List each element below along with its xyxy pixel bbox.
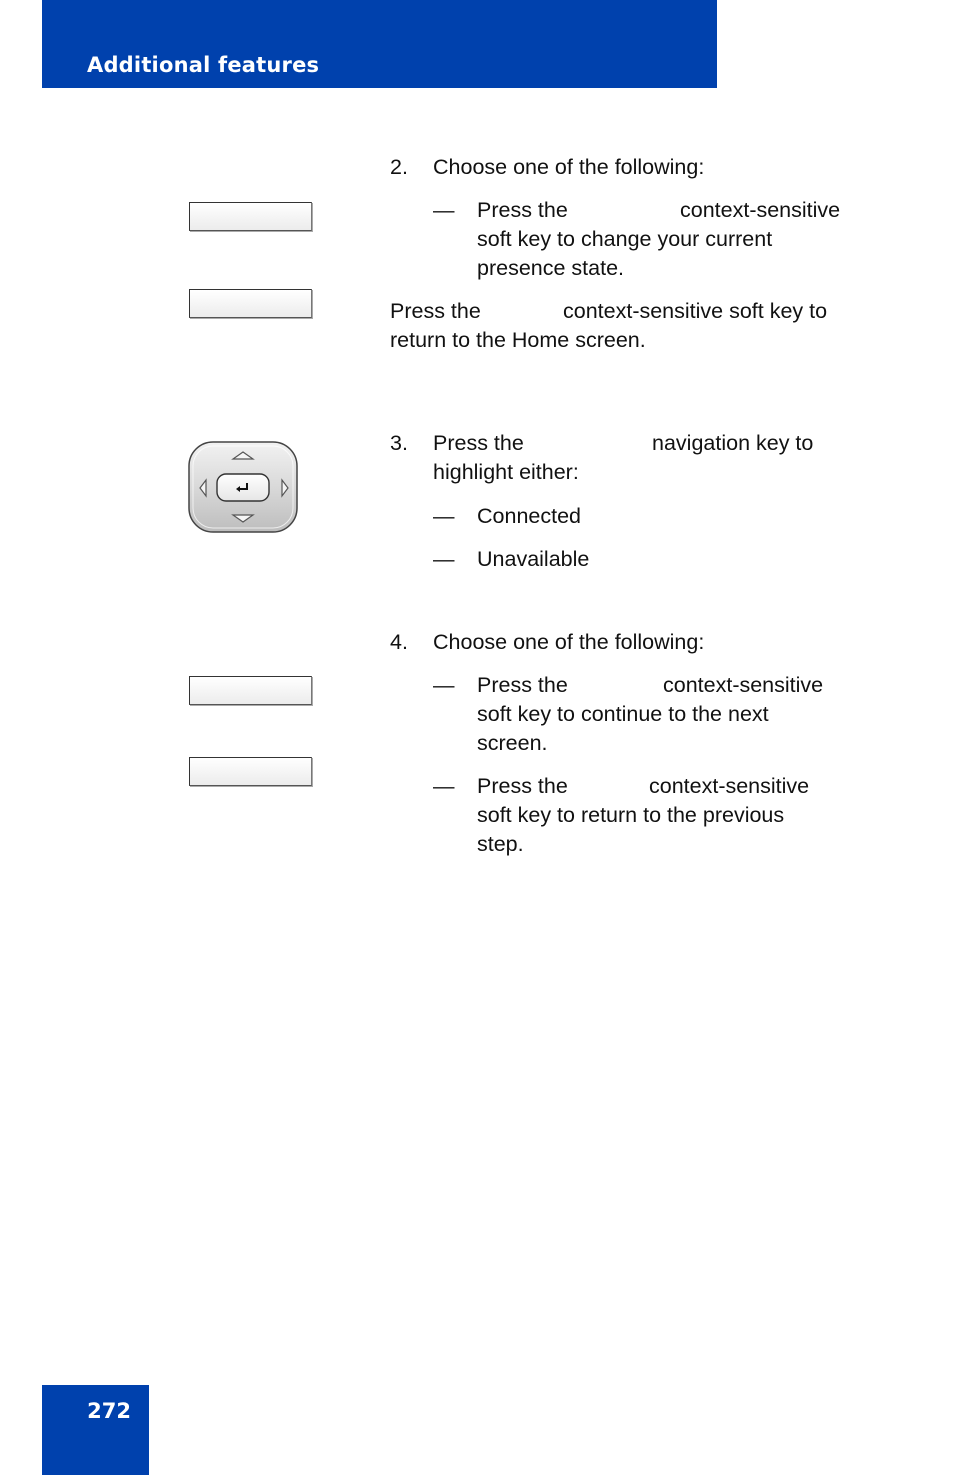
bullet-dash: — (433, 673, 455, 697)
bullet-dash: — (433, 547, 455, 571)
step-text-line: highlight either: (433, 460, 579, 484)
step-number: 4. (390, 630, 408, 654)
option-text-line: presence state. (477, 256, 625, 280)
option-text-line: soft key to continue to the next (477, 702, 769, 726)
step-text-post: navigation key to (652, 431, 814, 455)
option-text-line: step. (477, 832, 524, 856)
nav-enter-button (216, 473, 270, 502)
page-footer: 272 (42, 1385, 149, 1475)
option-text-pre: Press the (477, 774, 568, 798)
chapter-header: Additional features (42, 0, 717, 88)
soft-key-icon (189, 289, 312, 318)
option-text-line: soft key to change your current (477, 227, 773, 251)
option-text-post: context-sensitive (680, 198, 841, 222)
option-connected: Connected (477, 504, 581, 528)
page-number: 272 (87, 1399, 131, 1423)
step-intro: Choose one of the following: (433, 630, 705, 654)
navigation-cluster-icon (188, 441, 298, 533)
option-text-line: soft key to return to the previous (477, 803, 785, 827)
step-intro: Choose one of the following: (433, 155, 705, 179)
option-text-pre: Press the (477, 198, 568, 222)
step-number: 2. (390, 155, 408, 179)
bullet-dash: — (433, 504, 455, 528)
option-unavailable: Unavailable (477, 547, 590, 571)
note-text-post: context-sensitive soft key to (563, 299, 828, 323)
soft-key-icon (189, 757, 312, 786)
option-text-pre: Press the (477, 673, 568, 697)
option-text-post: context-sensitive (649, 774, 810, 798)
step-number: 3. (390, 431, 408, 455)
chapter-title: Additional features (87, 53, 320, 77)
bullet-dash: — (433, 198, 455, 222)
soft-key-icon (189, 202, 312, 231)
step-text-pre: Press the (433, 431, 524, 455)
option-text-line: screen. (477, 731, 548, 755)
option-text-post: context-sensitive (663, 673, 824, 697)
note-text-pre: Press the (390, 299, 481, 323)
note-text-line: return to the Home screen. (390, 328, 646, 352)
bullet-dash: — (433, 774, 455, 798)
soft-key-icon (189, 676, 312, 705)
